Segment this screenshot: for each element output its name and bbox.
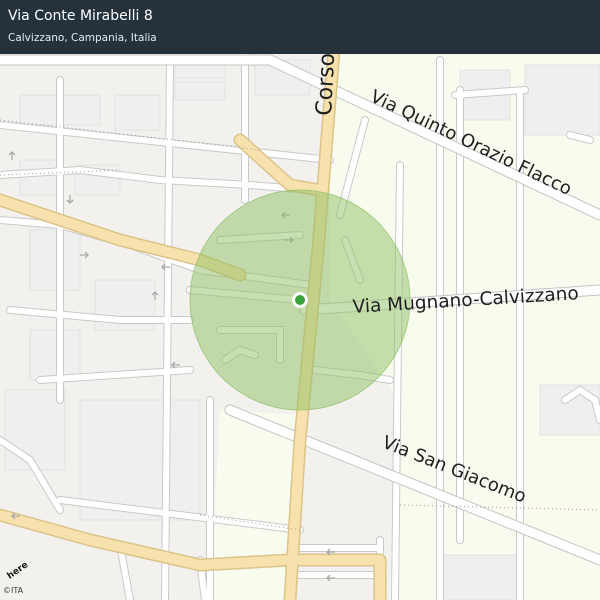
address-subtitle: Calvizzano, Campania, Italia xyxy=(8,32,157,44)
map-attribution: ©ITA xyxy=(3,586,24,595)
address-title: Via Conte Mirabelli 8 xyxy=(8,8,153,24)
location-header: Via Conte Mirabelli 8 Calvizzano, Campan… xyxy=(0,0,600,54)
location-dot[interactable] xyxy=(295,295,305,305)
